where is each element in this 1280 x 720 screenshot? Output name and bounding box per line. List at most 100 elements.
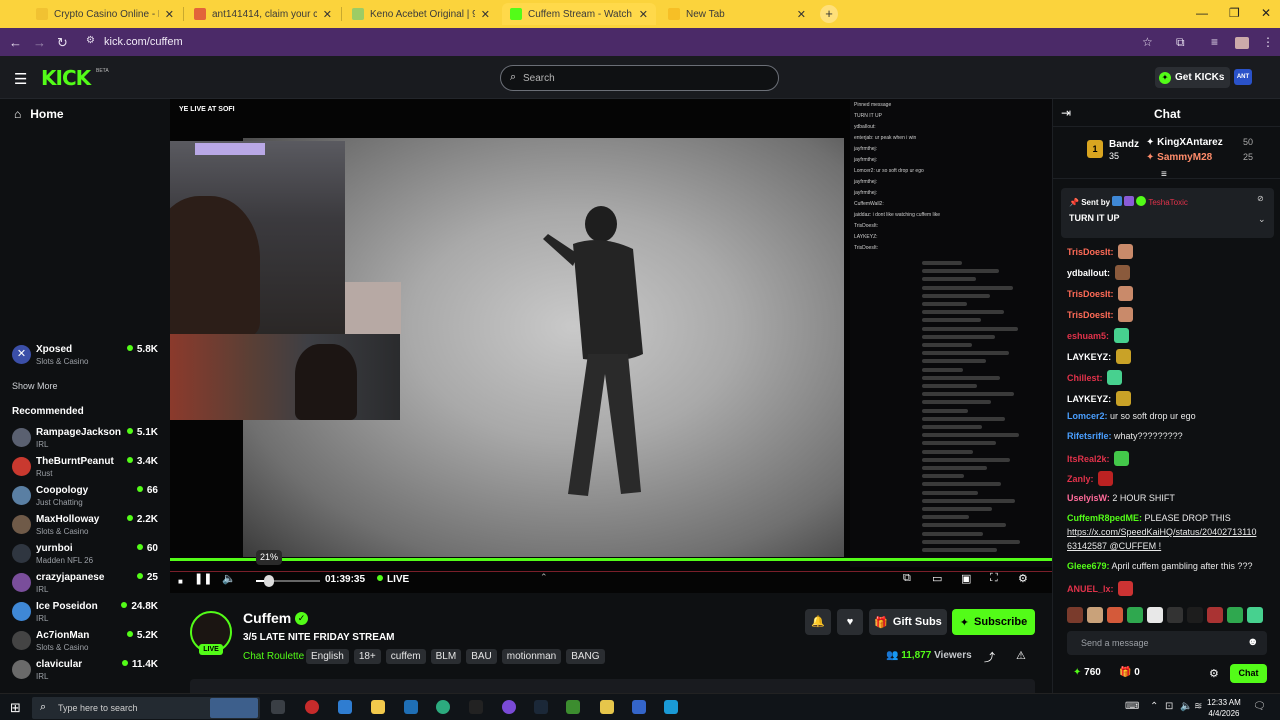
stream-tag[interactable]: BANG [566, 649, 605, 664]
chat-username[interactable]: CuffemR8pedME: [1067, 513, 1142, 523]
chat-username[interactable]: eshuam5: [1067, 331, 1109, 341]
stream-tag[interactable]: motionman [501, 649, 562, 664]
chat-username[interactable]: TrisDoesIt: [1067, 289, 1114, 299]
notification-bell-button[interactable]: 🔔 [805, 609, 831, 635]
close-tab-icon[interactable]: ✕ [639, 8, 648, 21]
minimize-icon[interactable]: — [1196, 6, 1208, 20]
emote-icon[interactable] [1067, 607, 1083, 623]
profile-icon[interactable] [1235, 37, 1249, 49]
search-input[interactable]: ⌕ Search [500, 65, 779, 91]
sidebar-channel[interactable]: ✕ Xposed Slots & Casino 5.8K [12, 343, 162, 369]
live-indicator[interactable]: LIVE [377, 574, 409, 585]
chat-username[interactable]: TrisDoesIt: [1067, 310, 1114, 320]
steam-icon[interactable] [534, 700, 548, 714]
emote-icon[interactable] [1187, 607, 1203, 623]
leaderboard-entry[interactable]: ✦ SammyM28 [1146, 152, 1212, 163]
forward-icon[interactable]: → [33, 35, 46, 50]
maximize-icon[interactable]: ❐ [1229, 6, 1240, 20]
chevron-down-icon[interactable]: ⌄ [1258, 214, 1266, 225]
store-icon[interactable] [338, 700, 352, 714]
browser-tab-2[interactable]: ant141414, claim your crypto b ✕ [186, 3, 340, 25]
expand-icon[interactable]: ≡ [1161, 169, 1167, 180]
close-tab-icon[interactable]: ✕ [481, 8, 490, 21]
browser-tab-5[interactable]: New Tab ✕ [660, 3, 814, 25]
picture-in-picture-icon[interactable]: ▣ [961, 572, 971, 585]
bookmark-star-icon[interactable]: ☆ [1142, 35, 1153, 49]
app-icon[interactable] [664, 700, 678, 714]
leaderboard-entry[interactable]: ✦ KingXAntarez [1146, 137, 1223, 148]
settings-gear-icon[interactable]: ⚙ [1018, 572, 1028, 585]
url-text[interactable]: kick.com/cuffem [104, 36, 183, 48]
stream-tag[interactable]: 18+ [353, 649, 381, 664]
chat-username[interactable]: UselyisW: [1067, 493, 1110, 503]
chevron-up-icon[interactable]: ⌃ [540, 572, 548, 583]
fullscreen-icon[interactable]: ⛶ [990, 572, 998, 585]
emoji-picker-icon[interactable]: ☻ [1247, 636, 1259, 648]
stream-tag[interactable]: BLM [430, 649, 462, 664]
sidebar-channel[interactable]: crazyjapanese IRL 25 [12, 571, 162, 597]
volume-icon[interactable]: 🔈 [222, 572, 236, 585]
taskbar-search[interactable]: ⌕ Type here to search [32, 697, 260, 719]
media-icon[interactable]: ≡ [1211, 35, 1218, 49]
app-icon[interactable] [632, 700, 646, 714]
leaderboard-name[interactable]: Bandz [1109, 139, 1139, 150]
close-tab-icon[interactable]: ✕ [323, 8, 332, 21]
sidebar-channel[interactable]: yurnboi Madden NFL 26 60 [12, 542, 162, 568]
chat-username[interactable]: Lomcer2: [1067, 411, 1108, 421]
site-info-icon[interactable]: ⚙ [86, 35, 95, 46]
chat-input[interactable]: Send a message ☻ [1067, 631, 1267, 655]
progress-bar[interactable] [170, 558, 1052, 561]
pinned-username[interactable]: TeshaToxic [1148, 198, 1188, 207]
wifi-icon[interactable]: ≋ [1194, 701, 1202, 712]
speaker-icon[interactable]: 🔈 [1180, 701, 1192, 712]
gift-subs-button[interactable]: 🎁 Gift Subs [869, 609, 947, 635]
show-more-link[interactable]: Show More [12, 381, 58, 391]
app-icon[interactable] [469, 700, 483, 714]
subscribe-button[interactable]: ✦ Subscribe [952, 609, 1035, 635]
chat-username[interactable]: Rifetsrifle: [1067, 431, 1112, 441]
sidebar-channel[interactable]: clavicular IRL 11.4K [12, 658, 162, 684]
emote-icon[interactable] [1227, 607, 1243, 623]
browser-tab-1[interactable]: Crypto Casino Online - Play wit ✕ [28, 3, 182, 25]
keyboard-icon[interactable]: ⌨ [1125, 701, 1139, 712]
follow-button[interactable]: ♥ [837, 609, 863, 635]
emote-icon[interactable] [1247, 607, 1263, 623]
user-avatar[interactable]: ANT [1234, 69, 1252, 85]
kick-logo[interactable]: KICK [41, 66, 91, 90]
windows-start-icon[interactable]: ⊞ [10, 700, 21, 716]
sidebar-home[interactable]: ⌂ Home [14, 107, 64, 121]
browser-tab-3[interactable]: Keno Acebet Original | 96.00% ✕ [344, 3, 498, 25]
chat-username[interactable]: LAYKEYZ: [1067, 352, 1111, 362]
collapse-chat-icon[interactable]: ⇥ [1061, 106, 1071, 120]
emote-icon[interactable] [1087, 607, 1103, 623]
network-icon[interactable]: ⊡ [1165, 701, 1173, 712]
kicks-balance[interactable]: ✦ 760 [1073, 667, 1101, 678]
chat-username[interactable]: Gleee679: [1067, 561, 1110, 571]
reload-icon[interactable]: ↻ [57, 35, 68, 51]
chat-username[interactable]: ydballout: [1067, 268, 1110, 278]
close-window-icon[interactable]: ✕ [1261, 6, 1271, 20]
emote-icon[interactable] [1207, 607, 1223, 623]
new-tab-button[interactable]: + [820, 5, 838, 23]
emote-icon[interactable] [1167, 607, 1183, 623]
stream-category-link[interactable]: Chat Roulette [243, 651, 304, 662]
chat-username[interactable]: ANUEL_lx: [1067, 584, 1114, 594]
share-icon[interactable]: ⤴ [984, 649, 995, 665]
edge-icon[interactable] [436, 700, 450, 714]
chat-username[interactable]: LAYKEYZ: [1067, 394, 1111, 404]
close-tab-icon[interactable]: ✕ [165, 8, 174, 21]
volume-slider-handle[interactable] [264, 575, 274, 587]
app-icon[interactable] [566, 700, 580, 714]
chat-settings-icon[interactable]: ⚙ [1209, 667, 1219, 680]
pause-icon[interactable]: ❚❚ [194, 572, 212, 585]
system-clock[interactable]: 12:33 AM 4/4/2026 [1207, 697, 1241, 719]
stream-tag[interactable]: English [306, 649, 349, 664]
browser-icon[interactable] [600, 700, 614, 714]
app-icon[interactable] [502, 700, 516, 714]
chat-username[interactable]: ItsReal2k: [1067, 454, 1110, 464]
chat-username[interactable]: Chillest: [1067, 373, 1103, 383]
file-explorer-icon[interactable] [371, 700, 385, 714]
browser-tab-4[interactable]: Cuffem Stream - Watch Live ✕ [502, 3, 656, 25]
app-icon[interactable] [305, 700, 319, 714]
report-icon[interactable]: ⚠ [1016, 649, 1026, 662]
